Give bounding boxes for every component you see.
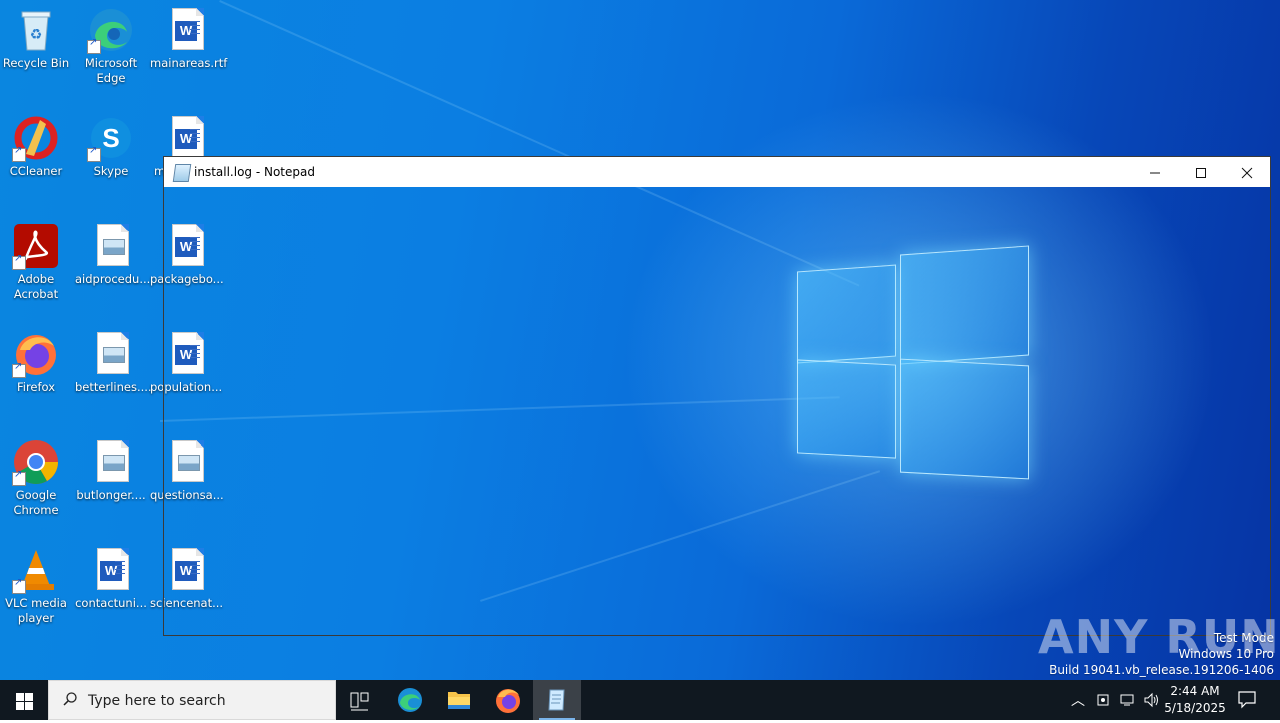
taskbar-clock[interactable]: 2:44 AM 5/18/2025 xyxy=(1160,683,1230,717)
edge-icon xyxy=(87,6,135,54)
desktop-icon-label: mainareas.rtf xyxy=(150,56,228,70)
notepad-icon xyxy=(172,164,192,182)
watermark-line: Test Mode xyxy=(1213,631,1274,645)
desktop-icon-label: betterlines.... xyxy=(75,380,152,394)
shortcut-arrow-icon xyxy=(12,577,26,594)
taskbar-file-explorer[interactable] xyxy=(435,680,483,720)
desktop-icon-label: contactuni... xyxy=(75,596,147,610)
skype-icon: S xyxy=(87,114,135,162)
svg-text:♻: ♻ xyxy=(30,27,43,43)
notepad-client-area[interactable] xyxy=(164,187,1270,635)
watermark-line: Windows 10 Pro xyxy=(1178,647,1274,661)
maximize-button[interactable] xyxy=(1178,157,1224,187)
image-file-icon xyxy=(87,330,135,378)
desktop-icon-contactuni[interactable]: W contactuni... xyxy=(75,540,147,611)
word-document-icon: W xyxy=(87,546,135,594)
desktop-icon-aidprocedu[interactable]: aidprocedu... xyxy=(75,216,151,287)
search-icon xyxy=(63,692,77,706)
watermark-line: Build 19041.vb_release.191206-1406 xyxy=(1049,663,1274,677)
clock-time: 2:44 AM xyxy=(1170,684,1220,698)
recycle-bin-icon: ♻ xyxy=(12,6,60,54)
notepad-window[interactable]: install.log - Notepad xyxy=(163,156,1271,636)
desktop-icon-ccleaner[interactable]: CCleaner xyxy=(0,108,72,179)
window-title: install.log - Notepad xyxy=(194,165,315,179)
taskbar-search-box[interactable]: Type here to search xyxy=(48,680,336,720)
image-file-icon xyxy=(87,222,135,270)
network-icon[interactable] xyxy=(1119,693,1135,707)
taskbar: Type here to search ︿ 2:44 AM 5/18/2025 xyxy=(0,680,1280,720)
desktop-icon-firefox[interactable]: Firefox xyxy=(0,324,72,395)
task-view-button[interactable] xyxy=(336,680,384,720)
desktop-icon-label: Skype xyxy=(93,164,129,178)
desktop-icon-skype[interactable]: S Skype xyxy=(75,108,147,179)
desktop-icon-mainareas[interactable]: W mainareas.rtf xyxy=(150,0,228,71)
shortcut-arrow-icon xyxy=(12,145,26,162)
firefox-icon xyxy=(12,330,60,378)
taskbar-notepad[interactable] xyxy=(533,680,581,720)
taskbar-edge[interactable] xyxy=(386,680,434,720)
shortcut-arrow-icon xyxy=(12,469,26,486)
desktop-icon-label: Adobe Acrobat xyxy=(13,272,59,301)
desktop-icon-label: CCleaner xyxy=(9,164,63,178)
desktop-icon-google-chrome[interactable]: Google Chrome xyxy=(0,432,72,518)
desktop-icon-vlc[interactable]: VLC media player xyxy=(0,540,72,626)
start-button[interactable] xyxy=(0,680,48,720)
task-view-icon xyxy=(350,692,369,711)
notepad-icon xyxy=(548,689,565,711)
desktop-icon-label: Recycle Bin xyxy=(2,56,70,70)
volume-icon[interactable] xyxy=(1143,692,1159,708)
windows-test-mode-watermark: Test Mode Windows 10 Pro Build 19041.vb_… xyxy=(1049,630,1274,678)
edge-icon xyxy=(398,688,422,712)
app-tray-icon[interactable] xyxy=(1096,693,1110,707)
firefox-icon xyxy=(496,689,520,713)
close-icon xyxy=(1241,167,1253,178)
desktop-icon-label: Firefox xyxy=(16,380,56,394)
desktop-icon-label: butlonger.... xyxy=(76,488,146,502)
svg-text:S: S xyxy=(102,123,119,153)
word-document-icon: W xyxy=(162,114,210,162)
desktop-icon-label: Microsoft Edge xyxy=(84,56,138,85)
desktop-icon-adobe-acrobat[interactable]: Adobe Acrobat xyxy=(0,216,72,302)
clock-date: 5/18/2025 xyxy=(1164,701,1226,715)
notepad-titlebar[interactable]: install.log - Notepad xyxy=(164,157,1270,187)
desktop-icon-recycle-bin[interactable]: ♻ Recycle Bin xyxy=(0,0,72,71)
file-explorer-icon xyxy=(448,692,470,709)
desktop-icon-label: VLC media player xyxy=(5,596,67,625)
desktop-icon-butlonger[interactable]: butlonger.... xyxy=(75,432,147,503)
show-hidden-icons-chevron-icon[interactable]: ︿ xyxy=(1071,690,1085,710)
shortcut-arrow-icon xyxy=(12,361,26,378)
desktop-icon-microsoft-edge[interactable]: Microsoft Edge xyxy=(75,0,147,86)
taskbar-firefox[interactable] xyxy=(484,680,532,720)
shortcut-arrow-icon xyxy=(12,253,26,270)
search-placeholder: Type here to search xyxy=(88,693,226,709)
action-center-icon[interactable] xyxy=(1236,688,1258,710)
maximize-icon xyxy=(1196,167,1206,178)
desktop-icon-label: Google Chrome xyxy=(13,488,59,517)
desktop-icon-betterlines[interactable]: betterlines.... xyxy=(75,324,152,395)
close-button[interactable] xyxy=(1224,157,1270,187)
minimize-button[interactable] xyxy=(1132,157,1178,187)
desktop: ♻ Recycle Bin CCleaner Adobe Acrobat Fir… xyxy=(0,0,1280,680)
chrome-icon xyxy=(12,438,60,486)
shortcut-arrow-icon xyxy=(87,37,101,54)
ccleaner-icon xyxy=(12,114,60,162)
vlc-icon xyxy=(12,546,60,594)
word-document-icon: W xyxy=(162,6,210,54)
desktop-icon-label: aidprocedu... xyxy=(75,272,151,286)
adobe-acrobat-icon xyxy=(12,222,60,270)
shortcut-arrow-icon xyxy=(87,145,101,162)
image-file-icon xyxy=(87,438,135,486)
minimize-icon xyxy=(1150,172,1160,173)
